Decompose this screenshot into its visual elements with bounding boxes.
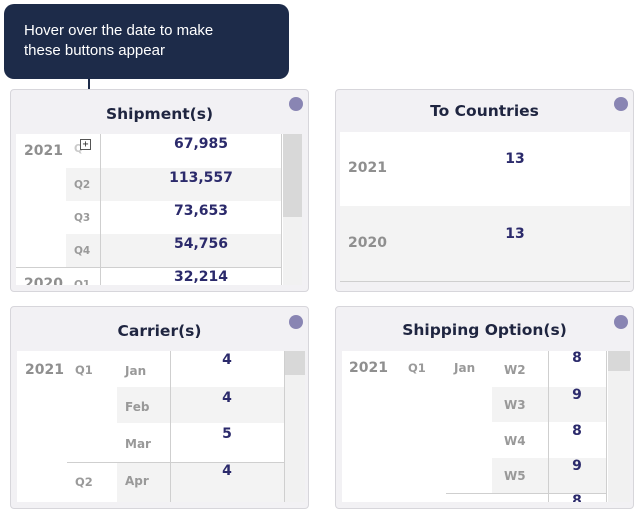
carrier-value: 4 — [222, 390, 232, 406]
shipping-week-w2[interactable]: W2 — [504, 363, 526, 377]
shipping-week-w4[interactable]: W4 — [504, 434, 526, 448]
shipments-year-2020[interactable]: 2020 — [24, 276, 63, 285]
carrier-month-feb[interactable]: Feb — [125, 400, 149, 414]
shipments-quarter-q3[interactable]: Q3 — [74, 212, 90, 224]
shipping-value: 9 — [572, 458, 582, 474]
countries-value: 13 — [505, 226, 525, 242]
carrier-card: Carrier(s) 2021 Q1 Q2 Jan Feb Mar Apr 4 … — [10, 306, 309, 509]
shipments-quarter-q4[interactable]: Q4 — [74, 245, 90, 257]
shipments-value: 73,653 — [173, 203, 229, 219]
carrier-value: 4 — [222, 463, 232, 479]
carrier-month-apr[interactable]: Apr — [125, 474, 149, 488]
carrier-month-mar[interactable]: Mar — [125, 437, 151, 451]
shipping-scrollbar-thumb[interactable] — [608, 351, 630, 371]
carrier-quarter-q1[interactable]: Q1 — [75, 363, 93, 377]
shipments-card: Shipment(s) 2021 Q + Q2 Q3 Q4 67,985 113… — [10, 89, 309, 292]
shipping-scrollbar[interactable] — [608, 351, 630, 502]
carrier-pivot-grid: 2021 Q1 Q2 Jan Feb Mar Apr 4 4 5 4 — [17, 351, 305, 502]
countries-title: To Countries — [430, 102, 539, 120]
carrier-scrollbar-thumb[interactable] — [285, 351, 305, 375]
countries-value: 13 — [505, 151, 525, 167]
carrier-month-jan[interactable]: Jan — [125, 364, 146, 378]
countries-menu-dot-icon[interactable] — [614, 97, 628, 111]
shipments-menu-dot-icon[interactable] — [289, 97, 303, 111]
countries-pivot-grid: 2021 13 2020 13 — [340, 132, 630, 282]
carrier-year-2021[interactable]: 2021 — [25, 362, 64, 378]
carrier-title: Carrier(s) — [117, 322, 202, 340]
shipments-value: 54,756 — [173, 236, 229, 252]
shipping-option-title: Shipping Option(s) — [402, 321, 567, 339]
tooltip-line-1: Hover over the date to make — [24, 22, 214, 39]
shipments-pivot-grid: 2021 Q + Q2 Q3 Q4 67,985 113,557 73,653 … — [16, 134, 302, 285]
shipments-value: 67,985 — [173, 136, 229, 152]
shipping-value: 8 — [572, 493, 582, 502]
shipping-value: 8 — [572, 351, 582, 366]
carrier-quarter-q2[interactable]: Q2 — [75, 475, 93, 489]
shipping-quarter-q1[interactable]: Q1 — [408, 361, 426, 375]
carrier-value: 4 — [222, 352, 232, 368]
shipments-quarter-q2[interactable]: Q2 — [74, 179, 90, 191]
shipping-value: 8 — [572, 423, 582, 439]
shipments-value: 32,214 — [173, 269, 229, 285]
expand-plus-square-icon[interactable]: + — [80, 139, 91, 150]
shipments-value: 113,557 — [169, 170, 233, 186]
countries-year-2020[interactable]: 2020 — [348, 235, 387, 251]
shipments-quarter-q1-2020[interactable]: Q1 — [74, 279, 90, 285]
shipping-pivot-grid: 2021 Q1 Jan W2 W3 W4 W5 8 9 8 9 8 — [342, 351, 630, 502]
shipments-year-2021[interactable]: 2021 — [24, 143, 63, 159]
shipping-option-card: Shipping Option(s) 2021 Q1 Jan W2 W3 W4 … — [335, 306, 634, 509]
carrier-menu-dot-icon[interactable] — [289, 315, 303, 329]
shipping-value: 9 — [572, 387, 582, 403]
shipping-menu-dot-icon[interactable] — [614, 315, 628, 329]
shipping-week-w3[interactable]: W3 — [504, 398, 526, 412]
countries-card: To Countries 2021 13 2020 13 — [335, 89, 634, 292]
shipping-year-2021[interactable]: 2021 — [349, 360, 388, 376]
dashboard-page: Hover over the date to make these button… — [0, 0, 642, 516]
tooltip-line-2: these buttons appear — [24, 42, 165, 59]
shipping-month-jan[interactable]: Jan — [454, 361, 475, 375]
shipping-week-w5[interactable]: W5 — [504, 469, 526, 483]
countries-year-2021[interactable]: 2021 — [348, 160, 387, 176]
carrier-value: 5 — [222, 426, 232, 442]
shipments-title: Shipment(s) — [105, 105, 214, 123]
hover-hint-tooltip: Hover over the date to make these button… — [4, 4, 289, 79]
shipments-scrollbar-thumb[interactable] — [283, 134, 302, 217]
